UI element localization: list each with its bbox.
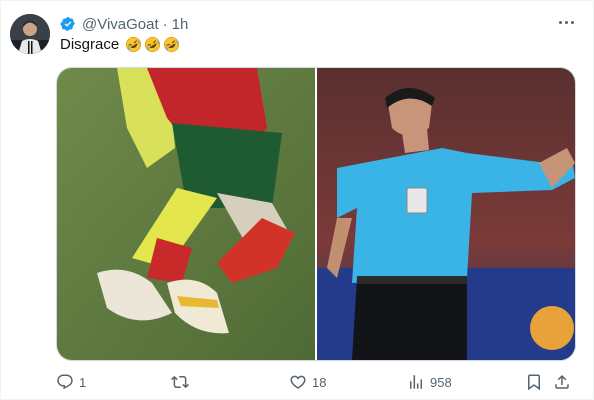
bookmark-button[interactable] <box>525 372 543 392</box>
user-handle[interactable]: @VivaGoat <box>82 16 159 33</box>
retweet-button[interactable] <box>171 372 194 392</box>
reply-button[interactable]: 1 <box>56 372 86 392</box>
action-bar: 1 18 958 <box>56 372 576 392</box>
tweet-time[interactable]: 1h <box>172 16 189 33</box>
reply-count: 1 <box>79 374 87 390</box>
view-count: 958 <box>430 374 452 390</box>
like-count: 18 <box>312 374 327 390</box>
laughing-emoji-icon <box>164 36 180 53</box>
media-image-left[interactable] <box>57 68 315 360</box>
share-button[interactable] <box>553 372 571 392</box>
separator-dot: · <box>162 15 168 33</box>
tweet-media[interactable] <box>56 67 576 361</box>
retweet-icon <box>171 375 189 389</box>
heart-icon <box>290 375 306 389</box>
laughing-emoji-icon <box>126 36 142 53</box>
views-button[interactable]: 958 <box>407 372 452 392</box>
more-options-icon[interactable] <box>554 10 578 34</box>
views-chart-icon <box>410 375 422 389</box>
media-image-right[interactable] <box>317 68 575 360</box>
verified-badge-icon <box>60 17 75 31</box>
reply-icon <box>57 374 73 390</box>
tweet-text-content: Disgrace <box>60 36 120 53</box>
laughing-emoji-icon <box>145 36 161 53</box>
share-icon <box>555 374 569 389</box>
avatar[interactable] <box>10 14 50 54</box>
bookmark-icon <box>528 374 540 391</box>
tweet-header: @VivaGoat · 1h <box>60 14 188 34</box>
like-button[interactable]: 18 <box>289 372 326 392</box>
tweet-text: Disgrace <box>60 36 180 53</box>
